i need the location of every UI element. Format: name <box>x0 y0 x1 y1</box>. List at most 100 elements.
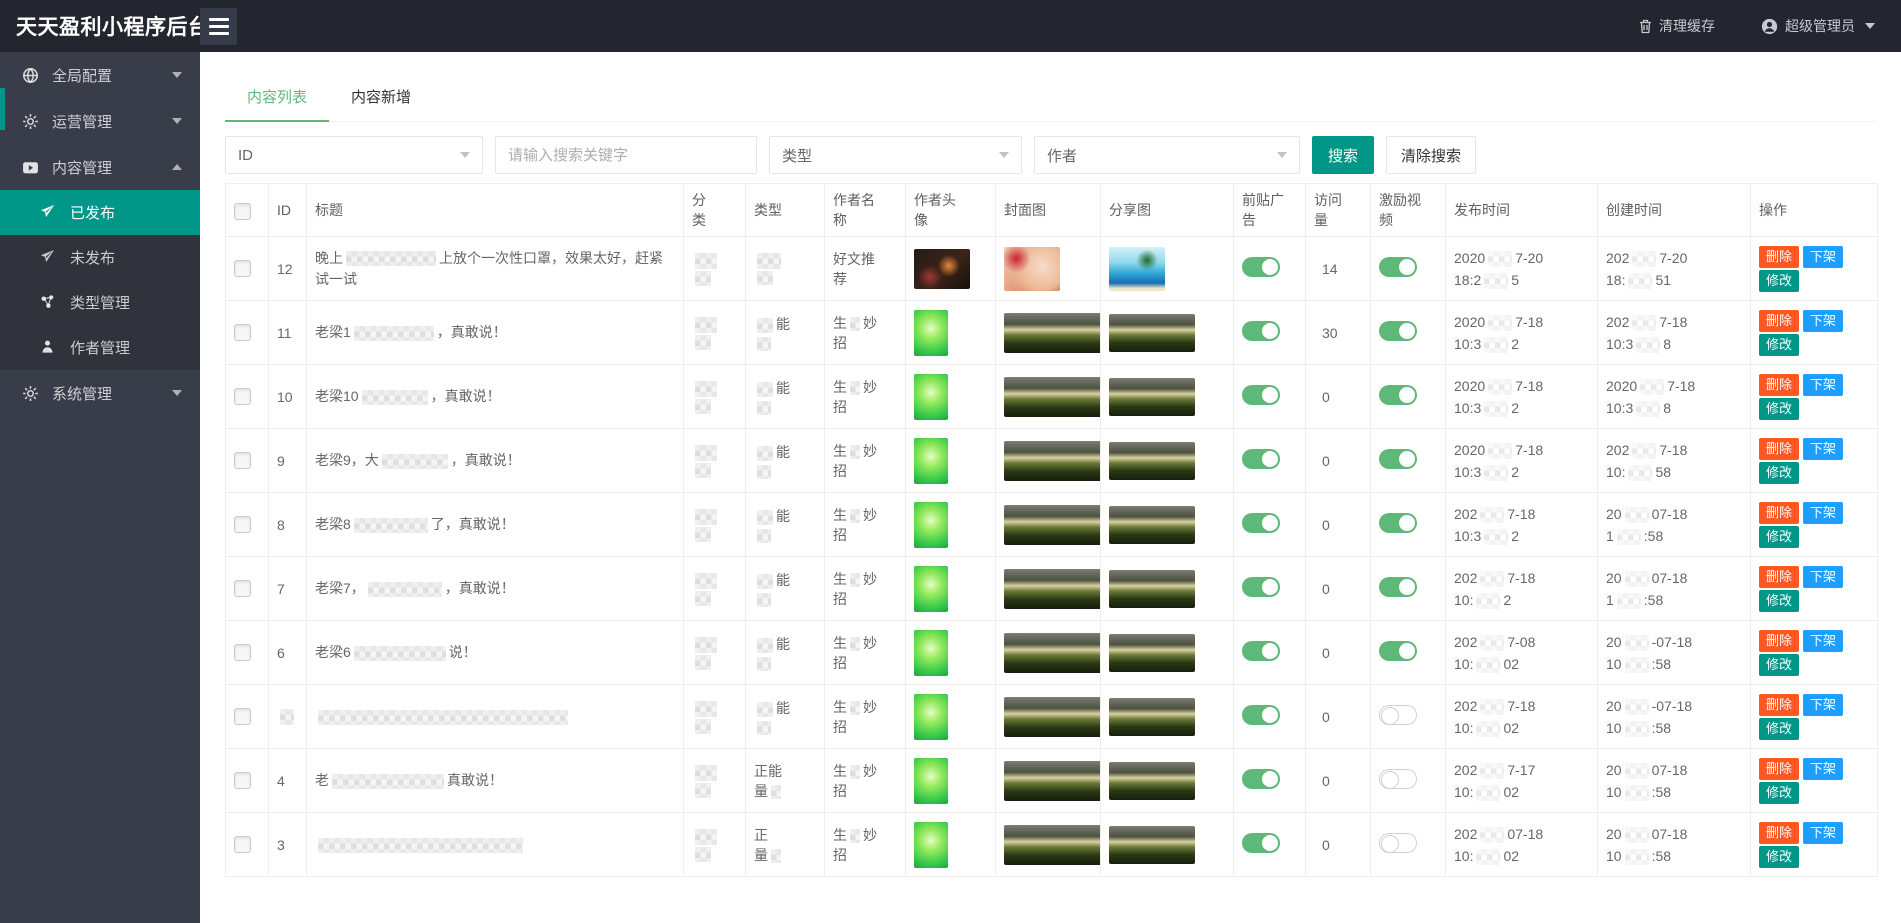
row-author-avatar <box>906 493 996 557</box>
censored-block <box>695 463 711 478</box>
reward-video-toggle[interactable] <box>1379 705 1417 725</box>
keyword-search-input[interactable] <box>495 136 757 174</box>
reward-video-toggle[interactable] <box>1379 449 1417 469</box>
clear-cache-button[interactable]: 清理缓存 <box>1639 16 1715 36</box>
edit-button[interactable]: 修改 <box>1759 398 1799 420</box>
take-down-button[interactable]: 下架 <box>1803 758 1843 780</box>
reward-video-toggle[interactable] <box>1379 321 1417 341</box>
person-icon <box>40 339 57 356</box>
censored-block <box>1476 849 1500 865</box>
take-down-button[interactable]: 下架 <box>1803 374 1843 396</box>
censored-block <box>757 401 771 415</box>
row-create-time: 2007-1810:58 <box>1598 813 1751 877</box>
sidebar-item-operations[interactable]: 运营管理 <box>0 98 200 144</box>
delete-button[interactable]: 删除 <box>1759 310 1799 332</box>
cover-image <box>1004 441 1101 481</box>
reward-video-toggle[interactable] <box>1379 513 1417 533</box>
row-type: 能 <box>746 621 825 685</box>
row-publish-time: 20207-2018:25 <box>1446 237 1598 301</box>
row-pre-ad <box>1234 237 1306 301</box>
reward-video-toggle[interactable] <box>1379 641 1417 661</box>
tab-content-list[interactable]: 内容列表 <box>225 72 329 122</box>
reward-video-toggle[interactable] <box>1379 577 1417 597</box>
sidebar-item-content[interactable]: 内容管理 <box>0 144 200 190</box>
edit-button[interactable]: 修改 <box>1759 270 1799 292</box>
sidebar-item-published[interactable]: 已发布 <box>0 190 200 235</box>
sidebar-item-author-management[interactable]: 作者管理 <box>0 325 200 370</box>
row-publish-time: 2027-1810:2 <box>1446 557 1598 621</box>
take-down-button[interactable]: 下架 <box>1803 438 1843 460</box>
pre-ad-toggle[interactable] <box>1242 449 1280 469</box>
pre-ad-toggle[interactable] <box>1242 513 1280 533</box>
tab-content-add[interactable]: 内容新增 <box>329 72 433 121</box>
edit-button[interactable]: 修改 <box>1759 526 1799 548</box>
delete-button[interactable]: 删除 <box>1759 630 1799 652</box>
table-row: 12晚上上放个一次性口罩，效果太好，赶紧试一试好文推荐1420207-2018:… <box>226 237 1878 301</box>
edit-button[interactable]: 修改 <box>1759 462 1799 484</box>
row-pre-ad <box>1234 621 1306 685</box>
reward-video-toggle[interactable] <box>1379 385 1417 405</box>
reward-video-toggle[interactable] <box>1379 257 1417 277</box>
delete-button[interactable]: 删除 <box>1759 694 1799 716</box>
pre-ad-toggle[interactable] <box>1242 705 1280 725</box>
pre-ad-toggle[interactable] <box>1242 321 1280 341</box>
row-checkbox[interactable] <box>234 516 251 533</box>
row-checkbox[interactable] <box>234 772 251 789</box>
row-checkbox[interactable] <box>234 388 251 405</box>
delete-button[interactable]: 删除 <box>1759 822 1799 844</box>
row-checkbox[interactable] <box>234 324 251 341</box>
reward-video-toggle[interactable] <box>1379 833 1417 853</box>
take-down-button[interactable]: 下架 <box>1803 502 1843 524</box>
pre-ad-toggle[interactable] <box>1242 385 1280 405</box>
delete-button[interactable]: 删除 <box>1759 374 1799 396</box>
delete-button[interactable]: 删除 <box>1759 502 1799 524</box>
type-filter-select[interactable]: 类型 <box>769 136 1022 174</box>
pre-ad-toggle[interactable] <box>1242 641 1280 661</box>
take-down-button[interactable]: 下架 <box>1803 310 1843 332</box>
censored-block <box>318 838 523 853</box>
edit-button[interactable]: 修改 <box>1759 654 1799 676</box>
sidebar-item-unpublished[interactable]: 未发布 <box>0 235 200 280</box>
take-down-button[interactable]: 下架 <box>1803 566 1843 588</box>
sidebar-item-global-config[interactable]: 全局配置 <box>0 52 200 98</box>
pre-ad-toggle[interactable] <box>1242 257 1280 277</box>
row-id: 3 <box>269 813 307 877</box>
delete-button[interactable]: 删除 <box>1759 246 1799 268</box>
sidebar-item-system[interactable]: 系统管理 <box>0 370 200 416</box>
take-down-button[interactable]: 下架 <box>1803 822 1843 844</box>
take-down-button[interactable]: 下架 <box>1803 630 1843 652</box>
select-all-checkbox[interactable] <box>234 203 251 220</box>
row-checkbox[interactable] <box>234 708 251 725</box>
edit-button[interactable]: 修改 <box>1759 334 1799 356</box>
id-filter-select[interactable]: ID <box>225 136 483 174</box>
pre-ad-toggle[interactable] <box>1242 769 1280 789</box>
delete-button[interactable]: 删除 <box>1759 438 1799 460</box>
sidebar-item-type-management[interactable]: 类型管理 <box>0 280 200 325</box>
row-checkbox[interactable] <box>234 260 251 277</box>
table-row: 能生妙招02027-1810:0220-07-1810:58删除下架修改 <box>226 685 1878 749</box>
pre-ad-toggle[interactable] <box>1242 577 1280 597</box>
cover-image <box>1004 697 1101 737</box>
edit-button[interactable]: 修改 <box>1759 782 1799 804</box>
pre-ad-toggle[interactable] <box>1242 833 1280 853</box>
search-button[interactable]: 搜索 <box>1312 136 1374 174</box>
edit-button[interactable]: 修改 <box>1759 590 1799 612</box>
delete-button[interactable]: 删除 <box>1759 566 1799 588</box>
globe-icon <box>22 67 39 84</box>
menu-toggle-button[interactable] <box>200 8 237 45</box>
row-checkbox[interactable] <box>234 452 251 469</box>
edit-button[interactable]: 修改 <box>1759 846 1799 868</box>
reward-video-toggle[interactable] <box>1379 769 1417 789</box>
row-checkbox[interactable] <box>234 644 251 661</box>
row-checkbox[interactable] <box>234 580 251 597</box>
chevron-down-icon <box>460 152 470 158</box>
clear-search-button[interactable]: 清除搜索 <box>1386 136 1476 174</box>
take-down-button[interactable]: 下架 <box>1803 246 1843 268</box>
author-filter-select[interactable]: 作者 <box>1034 136 1300 174</box>
row-checkbox[interactable] <box>234 836 251 853</box>
censored-block <box>1476 657 1500 673</box>
delete-button[interactable]: 删除 <box>1759 758 1799 780</box>
admin-user-menu[interactable]: 超级管理员 <box>1761 16 1875 36</box>
edit-button[interactable]: 修改 <box>1759 718 1799 740</box>
take-down-button[interactable]: 下架 <box>1803 694 1843 716</box>
